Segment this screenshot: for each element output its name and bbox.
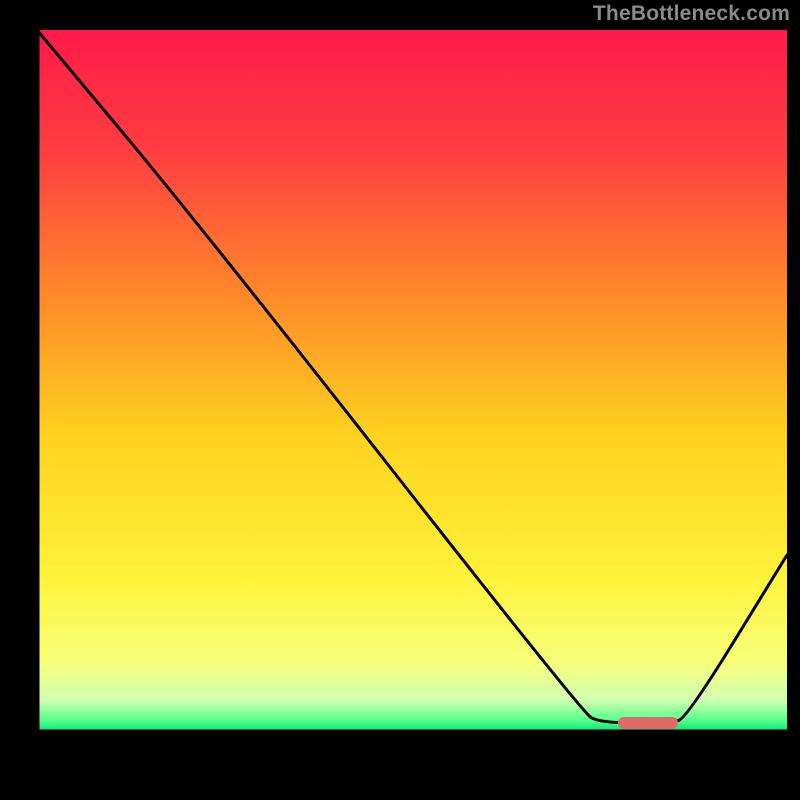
chart-svg — [0, 0, 800, 800]
chart-stage: TheBottleneck.com — [0, 0, 800, 800]
plot-background — [37, 30, 787, 732]
optimal-marker — [618, 717, 678, 729]
watermark: TheBottleneck.com — [593, 2, 790, 26]
